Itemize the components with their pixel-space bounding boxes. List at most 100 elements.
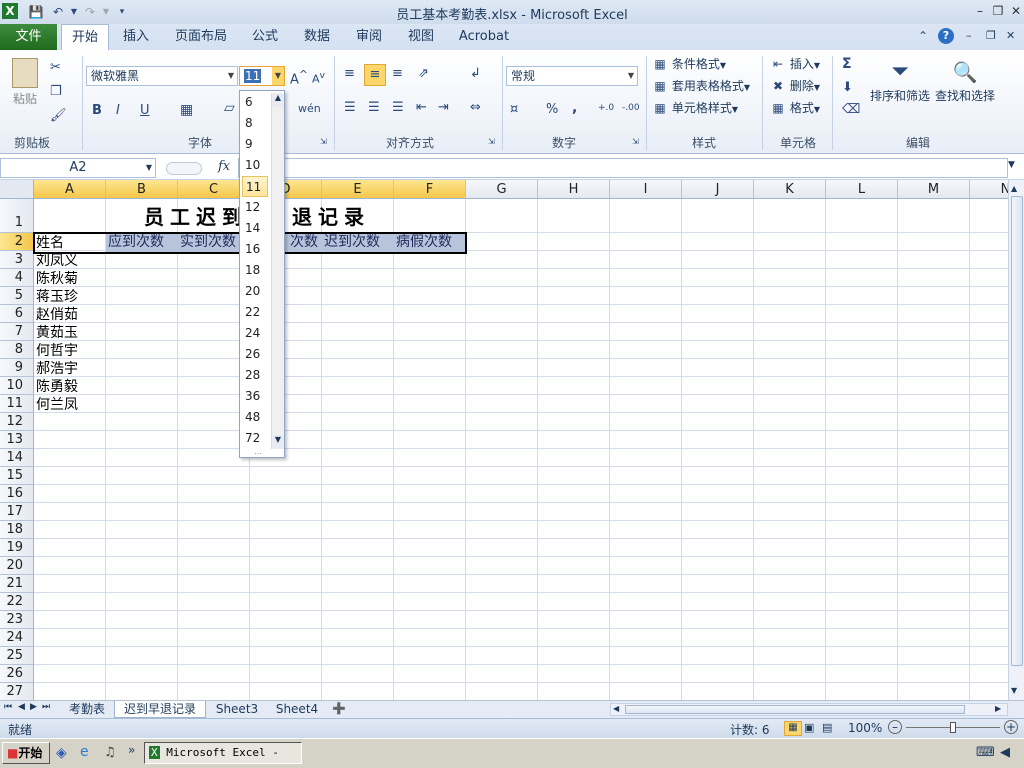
- quicklaunch-icon[interactable]: ◈: [56, 745, 67, 761]
- keyboard-tray-icon[interactable]: ⌨: [976, 745, 995, 760]
- row-header-20[interactable]: 20: [0, 557, 34, 575]
- font-size-option[interactable]: 22: [242, 302, 268, 323]
- doc-restore-icon[interactable]: ❐: [986, 29, 996, 42]
- column-header-I[interactable]: I: [610, 180, 682, 199]
- dropdown-scrollbar[interactable]: ▲ ▼: [271, 93, 284, 449]
- scroll-down-icon[interactable]: ▼: [1011, 686, 1017, 695]
- column-header-L[interactable]: L: [826, 180, 898, 199]
- scroll-left-icon[interactable]: ◀: [613, 704, 619, 713]
- row-header-27[interactable]: 27: [0, 683, 34, 700]
- format-as-table-button[interactable]: ▦ 套用表格格式▼: [652, 78, 750, 96]
- row-header-2[interactable]: 2: [0, 233, 34, 251]
- column-header-K[interactable]: K: [754, 180, 826, 199]
- delete-cells-button[interactable]: ✖ 删除▼: [770, 78, 820, 96]
- row-header-11[interactable]: 11: [0, 395, 34, 413]
- font-dialog-launcher-icon[interactable]: ⇲: [320, 137, 327, 146]
- column-header-N[interactable]: N: [970, 180, 1008, 199]
- grow-font-icon[interactable]: A^: [290, 68, 308, 87]
- increase-indent-icon[interactable]: ⇥: [438, 100, 449, 115]
- increase-decimal-icon[interactable]: +.0: [598, 103, 614, 113]
- insert-cells-button[interactable]: ⇤ 插入▼: [770, 56, 820, 74]
- row-header-8[interactable]: 8: [0, 341, 34, 359]
- sheet-title-right[interactable]: 退记录: [290, 203, 370, 231]
- next-sheet-icon[interactable]: ▶: [30, 702, 37, 712]
- font-size-option[interactable]: 18: [242, 260, 268, 281]
- row-header-18[interactable]: 18: [0, 521, 34, 539]
- sheet-tab-sheet4[interactable]: Sheet4: [270, 701, 324, 718]
- format-painter-icon[interactable]: 🖌: [50, 108, 67, 123]
- italic-button[interactable]: I: [116, 103, 120, 118]
- row-header-13[interactable]: 13: [0, 431, 34, 449]
- font-size-option[interactable]: 11: [242, 176, 268, 197]
- scroll-thumb[interactable]: [1011, 196, 1023, 666]
- font-size-option[interactable]: 26: [242, 344, 268, 365]
- name-cell[interactable]: 郝浩宇: [34, 360, 106, 378]
- row-header-15[interactable]: 15: [0, 467, 34, 485]
- prev-sheet-icon[interactable]: ◀: [18, 702, 25, 712]
- fx-button[interactable]: fx: [218, 159, 230, 174]
- scroll-down-icon[interactable]: ▼: [272, 435, 284, 449]
- row-header-21[interactable]: 21: [0, 575, 34, 593]
- media-icon[interactable]: ♫: [104, 745, 116, 760]
- comma-button[interactable]: ,: [572, 100, 577, 116]
- doc-minimize-icon[interactable]: –: [966, 29, 972, 42]
- new-sheet-icon[interactable]: ➕: [332, 702, 346, 715]
- cut-icon[interactable]: ✂: [50, 60, 61, 75]
- start-button[interactable]: ■开始: [2, 742, 50, 764]
- font-size-option[interactable]: 28: [242, 365, 268, 386]
- underline-button[interactable]: U: [140, 103, 150, 118]
- column-header-J[interactable]: J: [682, 180, 754, 199]
- column-header-F[interactable]: F: [394, 180, 466, 199]
- column-header-G[interactable]: G: [466, 180, 538, 199]
- minimize-icon[interactable]: –: [972, 3, 988, 19]
- select-all-corner[interactable]: [0, 180, 34, 199]
- row-header-14[interactable]: 14: [0, 449, 34, 467]
- column-header-B[interactable]: B: [106, 180, 178, 199]
- tab-data[interactable]: 数据: [296, 24, 338, 50]
- row-header-19[interactable]: 19: [0, 539, 34, 557]
- page-break-view-icon[interactable]: ▤: [822, 721, 832, 734]
- row-header-4[interactable]: 4: [0, 269, 34, 287]
- more-quicklaunch-icon[interactable]: »: [128, 743, 135, 757]
- fill-icon[interactable]: ⬇: [842, 80, 853, 95]
- tab-insert[interactable]: 插入: [114, 24, 158, 50]
- tab-view[interactable]: 视图: [400, 24, 442, 50]
- cell-styles-button[interactable]: ▦ 单元格样式▼: [652, 100, 738, 118]
- name-cell[interactable]: 何哲宇: [34, 342, 106, 360]
- font-name-combo[interactable]: 微软雅黑 ▼: [86, 66, 238, 86]
- restore-icon[interactable]: ❐: [990, 3, 1006, 19]
- font-size-option[interactable]: 72: [242, 428, 268, 449]
- sheet-title[interactable]: 员工迟到: [142, 203, 248, 231]
- tab-review[interactable]: 审阅: [348, 24, 390, 50]
- name-box[interactable]: A2 ▼: [0, 158, 156, 178]
- zoom-level[interactable]: 100%: [848, 721, 882, 735]
- ribbon-collapse-icon[interactable]: ⌃: [918, 29, 928, 43]
- autosum-button[interactable]: Σ: [842, 56, 852, 72]
- expand-name-box-icon[interactable]: [166, 162, 202, 175]
- row-header-16[interactable]: 16: [0, 485, 34, 503]
- row-header-26[interactable]: 26: [0, 665, 34, 683]
- row-header-12[interactable]: 12: [0, 413, 34, 431]
- align-left-icon[interactable]: ☰: [344, 100, 356, 115]
- tab-formulas[interactable]: 公式: [244, 24, 286, 50]
- merge-center-icon[interactable]: ⇔: [470, 100, 481, 115]
- resize-grip-icon[interactable]: ⋯: [254, 449, 262, 458]
- h-scroll-thumb[interactable]: [625, 705, 965, 714]
- scroll-up-icon[interactable]: ▲: [1011, 184, 1017, 193]
- border-icon[interactable]: ▦: [180, 102, 193, 118]
- column-header-H[interactable]: H: [538, 180, 610, 199]
- align-right-icon[interactable]: ☰: [392, 100, 404, 115]
- alignment-dialog-launcher-icon[interactable]: ⇲: [488, 137, 495, 146]
- column-header-E[interactable]: E: [322, 180, 394, 199]
- row-header-10[interactable]: 10: [0, 377, 34, 395]
- taskbar-excel-button[interactable]: X Microsoft Excel - ...: [144, 742, 302, 768]
- row-header-24[interactable]: 24: [0, 629, 34, 647]
- name-cell[interactable]: 黄茹玉: [34, 324, 106, 342]
- tray-arrow-icon[interactable]: ◀: [1000, 745, 1010, 760]
- zoom-out-icon[interactable]: –: [888, 720, 902, 734]
- column-header-M[interactable]: M: [898, 180, 970, 199]
- conditional-format-button[interactable]: ▦ 条件格式▼: [652, 56, 726, 74]
- fill-color-icon[interactable]: ▱: [224, 100, 235, 116]
- help-icon[interactable]: ?: [938, 28, 954, 44]
- last-sheet-icon[interactable]: ⏭: [42, 702, 50, 712]
